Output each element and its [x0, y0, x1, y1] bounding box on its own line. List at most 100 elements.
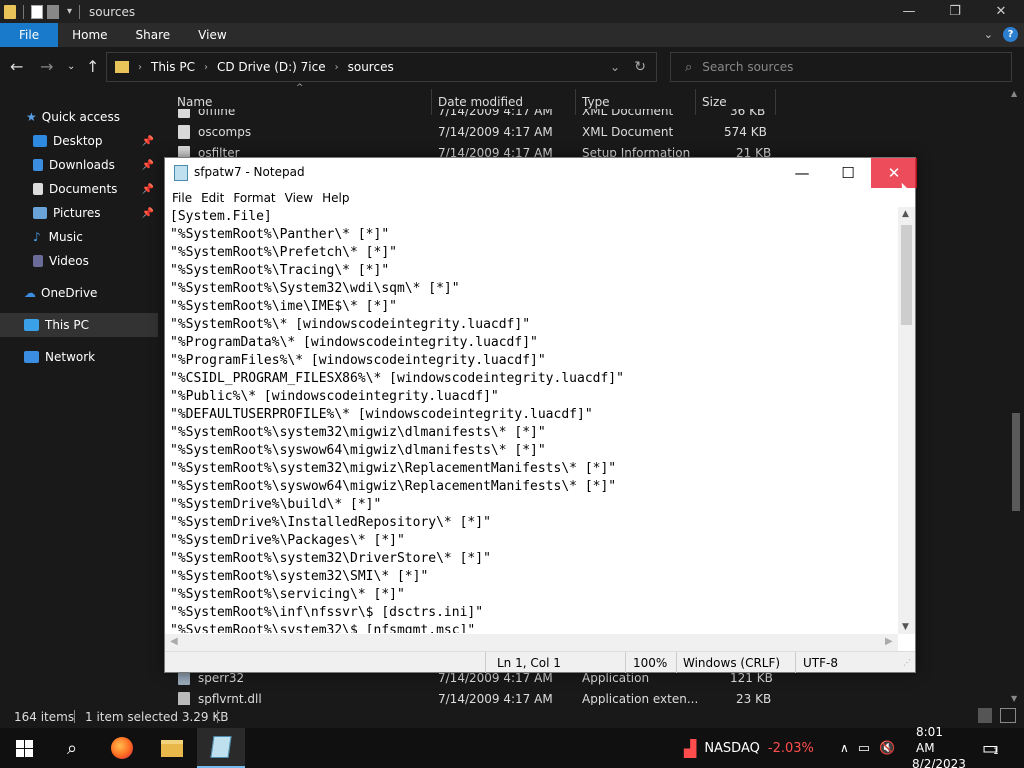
notepad-titlebar: sfpatw7 - Notepad — ☐ ✕: [165, 158, 917, 188]
firefox-button[interactable]: [98, 728, 146, 768]
nav-label: This PC: [45, 318, 89, 332]
scroll-down-icon[interactable]: ▼: [1011, 694, 1017, 703]
menu-help[interactable]: Help: [322, 191, 349, 205]
notepad-vertical-scrollbar[interactable]: ▲ ▼: [898, 207, 915, 634]
pin-icon[interactable]: 📌: [142, 184, 154, 195]
nav-downloads[interactable]: Downloads 📌: [0, 153, 158, 177]
dll-file-icon: [178, 692, 190, 706]
network-icon[interactable]: ▭: [858, 741, 870, 756]
breadcrumb-cd-drive[interactable]: CD Drive (D:) 7ice: [217, 60, 326, 74]
nav-this-pc[interactable]: This PC: [0, 313, 158, 337]
search-input[interactable]: ⌕ Search sources: [670, 52, 1012, 82]
breadcrumb-this-pc[interactable]: This PC: [151, 60, 195, 74]
minimize-button[interactable]: —: [886, 0, 932, 23]
start-button[interactable]: [0, 728, 48, 768]
scrollbar-thumb[interactable]: [1012, 413, 1020, 511]
column-name[interactable]: Name: [177, 95, 212, 109]
tab-share[interactable]: Share: [122, 23, 185, 47]
menu-file[interactable]: File: [172, 191, 192, 205]
notepad-icon: [210, 736, 232, 758]
back-arrow-icon[interactable]: ←: [10, 57, 23, 76]
scroll-up-icon[interactable]: ▲: [902, 209, 909, 219]
column-date[interactable]: Date modified: [438, 95, 523, 109]
stock-widget[interactable]: ▟ NASDAQ -2.03%: [684, 728, 814, 768]
resize-grip-icon[interactable]: ⋰: [903, 658, 911, 667]
nav-label: Documents: [49, 182, 118, 196]
explorer-titlebar: ▾ sources — ❐ ✕: [0, 0, 1024, 23]
chevron-right-icon[interactable]: ›: [138, 62, 142, 73]
chevron-right-icon[interactable]: ›: [335, 62, 339, 73]
stock-name: NASDAQ: [704, 740, 760, 756]
notepad-status-bar: Ln 1, Col 1 100% Windows (CRLF) UTF-8 ⋰: [165, 651, 915, 673]
pin-icon[interactable]: 📌: [142, 208, 154, 219]
file-name: spflvrnt.dll: [198, 692, 262, 706]
volume-muted-icon[interactable]: 🔇: [879, 741, 895, 756]
new-folder-icon[interactable]: [47, 4, 59, 19]
chevron-up-icon[interactable]: ∧: [840, 741, 849, 755]
address-bar-row: ← → ⌄ ↑ › This PC › CD Drive (D:) 7ice ›…: [0, 47, 1024, 87]
file-name: oscomps: [198, 125, 252, 139]
pin-icon[interactable]: 📌: [142, 136, 154, 147]
music-icon: ♪: [33, 230, 41, 244]
notification-center-button[interactable]: ▭ 1: [982, 728, 999, 768]
scroll-down-icon[interactable]: ▼: [902, 622, 909, 632]
refresh-icon[interactable]: ↻: [634, 59, 646, 75]
table-row[interactable]: oscomps 7/14/2009 4:17 AM XML Document 5…: [158, 122, 1024, 143]
notepad-taskbar-button[interactable]: [197, 728, 245, 768]
nav-pictures[interactable]: Pictures 📌: [0, 201, 158, 225]
file-list-scrollbar[interactable]: ▲ ▼: [1007, 87, 1024, 705]
details-view-icon[interactable]: [978, 708, 992, 723]
column-size[interactable]: Size: [702, 95, 727, 109]
customize-quick-access-icon[interactable]: ▾: [67, 6, 72, 17]
menu-view[interactable]: View: [285, 191, 313, 205]
nav-network[interactable]: Network: [0, 345, 158, 369]
maximize-button[interactable]: ☐: [825, 158, 871, 188]
scroll-right-icon[interactable]: ▶: [885, 636, 893, 647]
text-line: "%CSIDL_PROGRAM_FILESX86%\* [windowscode…: [170, 371, 624, 386]
forward-arrow-icon[interactable]: →: [40, 57, 53, 76]
recent-locations-icon[interactable]: ⌄: [67, 61, 75, 72]
clock[interactable]: 8:01 AM 8/2/2023: [912, 725, 966, 768]
scrollbar-thumb[interactable]: [901, 225, 912, 325]
selection-info: 1 item selected 3.29 KB: [85, 710, 229, 724]
pin-icon[interactable]: 📌: [142, 160, 154, 171]
restore-button[interactable]: ❐: [932, 0, 978, 23]
menu-format[interactable]: Format: [233, 191, 275, 205]
chevron-down-icon[interactable]: ⌄: [610, 60, 620, 74]
notepad-window: sfpatw7 - Notepad — ☐ ✕ File Edit Format…: [164, 157, 917, 673]
nav-documents[interactable]: Documents 📌: [0, 177, 158, 201]
close-button[interactable]: ✕: [871, 158, 917, 188]
search-button[interactable]: ⌕: [48, 728, 96, 768]
tab-view[interactable]: View: [184, 23, 240, 47]
properties-icon[interactable]: [31, 4, 43, 19]
notepad-text-area[interactable]: [System.File] "%SystemRoot%\Panther\* [*]…: [170, 208, 900, 633]
large-icons-view-icon[interactable]: [1000, 708, 1016, 723]
minimize-button[interactable]: —: [779, 158, 825, 188]
nav-music[interactable]: ♪ Music: [0, 225, 158, 249]
nav-onedrive[interactable]: ☁ OneDrive: [0, 281, 158, 305]
documents-icon: [33, 183, 43, 195]
expand-ribbon-icon[interactable]: ⌄: [984, 28, 993, 41]
notepad-horizontal-scrollbar[interactable]: ◀ ▶: [165, 634, 898, 651]
close-button[interactable]: ✕: [978, 0, 1024, 23]
up-arrow-icon[interactable]: ↑: [86, 57, 99, 76]
nav-videos[interactable]: Videos: [0, 249, 158, 273]
scroll-up-icon[interactable]: ▲: [1011, 89, 1017, 98]
tab-home[interactable]: Home: [58, 23, 121, 47]
help-icon[interactable]: ?: [1003, 27, 1018, 42]
address-field[interactable]: › This PC › CD Drive (D:) 7ice › sources…: [106, 52, 657, 82]
column-type[interactable]: Type: [582, 95, 610, 109]
chevron-right-icon[interactable]: ›: [204, 62, 208, 73]
nav-desktop[interactable]: Desktop 📌: [0, 129, 158, 153]
scroll-left-icon[interactable]: ◀: [170, 636, 178, 647]
tab-file[interactable]: File: [0, 23, 59, 47]
breadcrumb-sources[interactable]: sources: [348, 60, 394, 74]
cursor-position: Ln 1, Col 1: [497, 656, 561, 670]
sort-up-icon: ^: [296, 83, 304, 93]
menu-edit[interactable]: Edit: [201, 191, 224, 205]
computer-icon: [24, 319, 39, 331]
text-line: "%SystemRoot%\syswow64\migwiz\Replacemen…: [170, 479, 617, 494]
nav-quick-access[interactable]: ★ Quick access: [0, 105, 158, 129]
file-explorer-button[interactable]: [148, 728, 196, 768]
text-line: "%SystemDrive%\InstalledRepository\* [*]…: [170, 515, 491, 530]
